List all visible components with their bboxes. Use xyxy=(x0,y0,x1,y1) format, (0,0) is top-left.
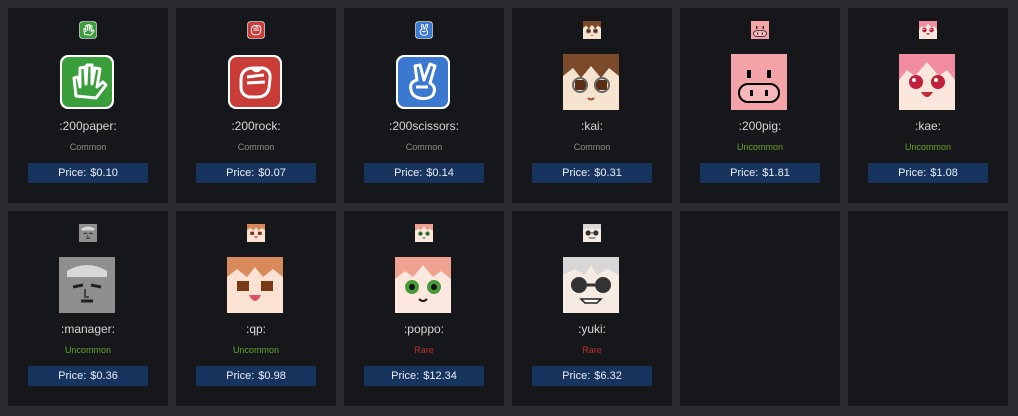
price-label: Price: xyxy=(562,167,591,179)
price-label: Price: xyxy=(226,167,255,179)
emoticon-card[interactable]: :kae: Uncommon Price: $1.08 xyxy=(848,8,1008,203)
emoticon-name: :200paper: xyxy=(59,119,117,133)
rarity-label: Uncommon xyxy=(64,345,111,355)
paper-hand-icon xyxy=(79,21,97,39)
emoticon-name: :qp: xyxy=(245,322,266,336)
emoticon-name: :200scissors: xyxy=(388,119,460,133)
qp-face-icon xyxy=(247,224,265,242)
price-button[interactable]: Price: $0.36 xyxy=(28,366,148,386)
emoticon-name: :manager: xyxy=(60,322,116,336)
price-button[interactable]: Price: $0.14 xyxy=(364,163,484,183)
price-value: $0.31 xyxy=(594,167,622,179)
emoticon-name: :kae: xyxy=(914,119,941,133)
emoticon-card[interactable]: :200rock: Common Price: $0.07 xyxy=(176,8,336,203)
poppo-face-icon xyxy=(395,257,451,313)
emoticon-card[interactable]: :200scissors: Common Price: $0.14 xyxy=(344,8,504,203)
emoticon-card[interactable]: :poppo: Rare Price: $12.34 xyxy=(344,211,504,406)
rarity-label: Common xyxy=(573,142,611,152)
price-button[interactable]: Price: $0.10 xyxy=(28,163,148,183)
price-value: $0.10 xyxy=(90,167,118,179)
pig-face-icon xyxy=(751,21,769,39)
price-label: Price: xyxy=(58,370,87,382)
price-label: Price: xyxy=(394,167,423,179)
qp-face-icon xyxy=(227,257,283,313)
emoticon-name: :kai: xyxy=(580,119,603,133)
emoticon-card[interactable]: :200paper: Common Price: $0.10 xyxy=(8,8,168,203)
scissors-hand-icon xyxy=(415,21,433,39)
rock-fist-icon xyxy=(227,54,283,110)
paper-hand-icon xyxy=(59,54,115,110)
kae-face-icon xyxy=(899,54,955,110)
emoticon-card[interactable]: :200pig: Uncommon Price: $1.81 xyxy=(680,8,840,203)
rarity-label: Uncommon xyxy=(904,142,951,152)
price-label: Price: xyxy=(730,167,759,179)
yuki-face-icon xyxy=(583,224,601,242)
price-label: Price: xyxy=(226,370,255,382)
price-button[interactable]: Price: $0.07 xyxy=(196,163,316,183)
kai-face-icon xyxy=(563,54,619,110)
price-button[interactable]: Price: $12.34 xyxy=(364,366,484,386)
rarity-label: Uncommon xyxy=(232,345,279,355)
emoticon-card[interactable]: :yuki: Rare Price: $6.32 xyxy=(512,211,672,406)
price-button[interactable]: Price: $6.32 xyxy=(532,366,652,386)
emoticon-name: :200rock: xyxy=(231,119,281,133)
price-value: $0.14 xyxy=(426,167,454,179)
emoticon-name: :200pig: xyxy=(738,119,782,133)
price-value: $0.36 xyxy=(90,370,118,382)
manager-face-icon xyxy=(59,257,115,313)
rarity-label: Rare xyxy=(414,345,434,355)
rarity-label: Rare xyxy=(582,345,602,355)
price-label: Price: xyxy=(58,167,87,179)
rarity-label: Uncommon xyxy=(736,142,783,152)
empty-card xyxy=(680,211,840,406)
poppo-face-icon xyxy=(415,224,433,242)
empty-card xyxy=(848,211,1008,406)
kai-face-icon xyxy=(583,21,601,39)
emoticon-card[interactable]: :kai: Common Price: $0.31 xyxy=(512,8,672,203)
price-button[interactable]: Price: $0.98 xyxy=(196,366,316,386)
emoticon-name: :yuki: xyxy=(577,322,606,336)
price-value: $0.07 xyxy=(258,167,286,179)
emoticon-name: :poppo: xyxy=(403,322,445,336)
yuki-face-icon xyxy=(563,257,619,313)
price-value: $6.32 xyxy=(594,370,622,382)
emoticon-card[interactable]: :manager: Uncommon Price: $0.36 xyxy=(8,211,168,406)
kae-face-icon xyxy=(919,21,937,39)
pig-face-icon xyxy=(731,54,787,110)
price-value: $0.98 xyxy=(258,370,286,382)
emoticon-grid: :200paper: Common Price: $0.10 :200rock: … xyxy=(8,8,1008,406)
price-label: Price: xyxy=(898,167,927,179)
price-button[interactable]: Price: $1.08 xyxy=(868,163,988,183)
price-button[interactable]: Price: $0.31 xyxy=(532,163,652,183)
price-value: $1.81 xyxy=(762,167,790,179)
price-button[interactable]: Price: $1.81 xyxy=(700,163,820,183)
price-value: $1.08 xyxy=(930,167,958,179)
rarity-label: Common xyxy=(69,142,107,152)
price-label: Price: xyxy=(391,370,420,382)
rock-fist-icon xyxy=(247,21,265,39)
rarity-label: Common xyxy=(405,142,443,152)
manager-face-icon xyxy=(79,224,97,242)
rarity-label: Common xyxy=(237,142,275,152)
price-value: $12.34 xyxy=(423,370,457,382)
price-label: Price: xyxy=(562,370,591,382)
emoticon-card[interactable]: :qp: Uncommon Price: $0.98 xyxy=(176,211,336,406)
scissors-hand-icon xyxy=(395,54,451,110)
